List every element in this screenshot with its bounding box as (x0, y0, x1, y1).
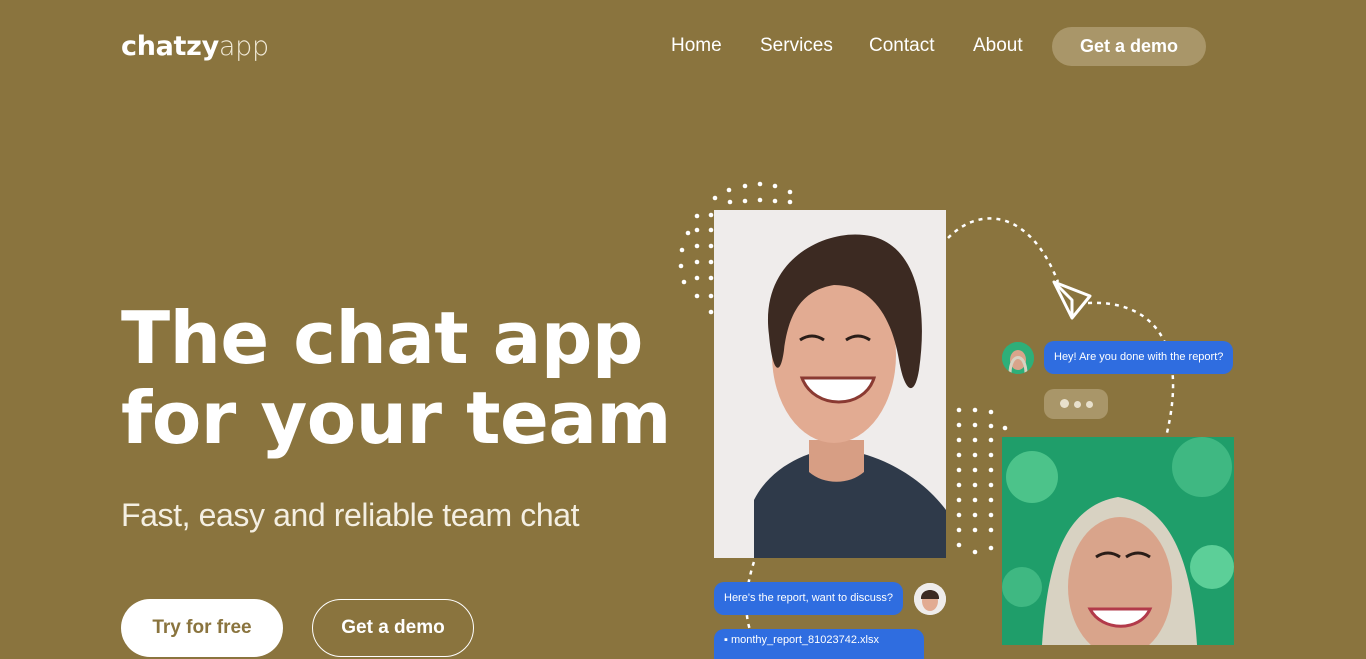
file-attachment-bubble[interactable]: ▪ monthy_report_81023742.xlsx (714, 629, 924, 659)
team-member-photo-man (714, 210, 946, 558)
file-icon: ▪ (724, 634, 728, 646)
typing-dot-2 (1074, 401, 1081, 408)
chat-bubble-incoming: Hey! Are you done with the report? (1044, 341, 1234, 374)
team-member-photo-woman (1002, 437, 1234, 645)
avatar-woman (1002, 342, 1034, 374)
dot-pattern-middle-icon (956, 407, 1008, 555)
dashed-path-top (947, 217, 1060, 283)
typing-dot-1 (1060, 399, 1069, 408)
avatar-man (914, 583, 946, 615)
typing-dot-3 (1086, 401, 1093, 408)
chat-bubble-outgoing: Here's the report, want to discuss? (714, 582, 904, 615)
file-name: monthy_report_81023742.xlsx (730, 634, 879, 646)
paper-plane-icon (1052, 280, 1092, 320)
typing-indicator (1044, 389, 1108, 419)
